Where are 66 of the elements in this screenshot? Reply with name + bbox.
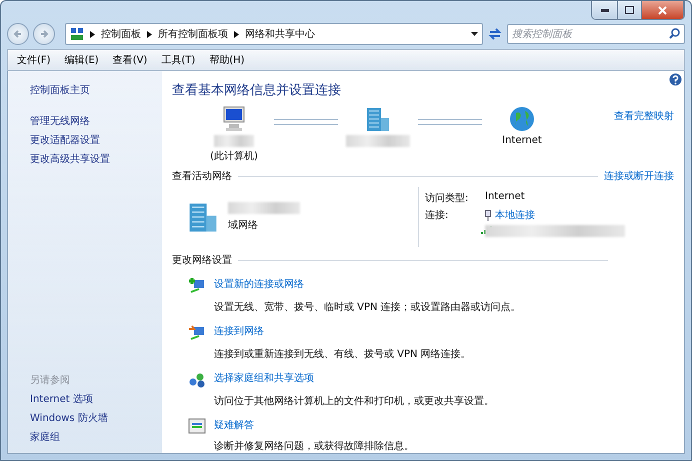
blurred-name (214, 135, 254, 147)
connection-link[interactable]: 本地连接 (495, 208, 535, 222)
menu-item[interactable]: 帮助(H) (204, 52, 250, 68)
control-panel-icon (70, 27, 84, 41)
access-type-value: Internet (485, 191, 526, 204)
forward-arrow-icon (39, 29, 49, 39)
search-field[interactable]: 搜索控制面板 (507, 24, 685, 44)
access-type-label: 访问类型: (425, 192, 470, 205)
task-link[interactable]: 选择家庭组和共享选项 (214, 371, 314, 389)
task-link[interactable]: 疑难解答 (214, 418, 254, 434)
node-label: Internet (502, 135, 542, 146)
back-arrow-icon (13, 29, 23, 39)
network-connect-icon (188, 324, 206, 342)
blurred-name (346, 135, 410, 147)
page-title: 查看基本网络信息并设置连接 (172, 82, 342, 100)
menu-item[interactable]: 查看(V) (108, 52, 152, 68)
breadcrumb-item[interactable]: 网络和共享中心 (245, 27, 315, 41)
building-icon (364, 105, 392, 133)
breadcrumb-item[interactable]: 所有控制面板项 (158, 27, 228, 41)
maximize-icon (625, 6, 634, 14)
network-add-icon (188, 277, 206, 295)
task-description: 设置无线、宽带、拨号、临时或 VPN 连接；或设置路由器或访问点。 (214, 300, 522, 314)
chevron-icon (90, 30, 95, 38)
menu-item[interactable]: 工具(T) (156, 52, 200, 68)
dropdown-icon[interactable] (471, 32, 478, 36)
sidebar-link[interactable]: 控制面板主页 (30, 81, 90, 100)
task-description: 访问位于其他网络计算机上的文件和打印机，或更改共享设置。 (214, 394, 495, 408)
menu-item[interactable]: 编辑(E) (60, 52, 104, 68)
close-button[interactable] (642, 1, 684, 19)
node-label: (此计算机) (210, 150, 258, 163)
help-icon[interactable] (669, 73, 682, 86)
connector-line (418, 119, 482, 125)
address-bar[interactable]: 控制面板 所有控制面板项 网络和共享中心 (65, 23, 483, 45)
maximize-button[interactable] (618, 1, 642, 19)
task-description: 诊断并修复网络问题，或获得故障排除信息。 (214, 440, 415, 453)
ethernet-icon (485, 210, 491, 220)
minimize-button[interactable] (592, 1, 618, 19)
refresh-icon[interactable] (487, 26, 503, 42)
network-type: 域网络 (228, 218, 259, 232)
globe-icon (508, 105, 536, 133)
sidebar-link[interactable]: Internet 选项 (30, 390, 93, 409)
sidebar-link[interactable]: 家庭组 (30, 428, 60, 447)
task-description: 连接到或重新连接到无线、有线、拨号或 VPN 网络连接。 (214, 348, 472, 361)
sidebar-link[interactable]: Windows 防火墙 (30, 409, 108, 428)
close-icon (658, 6, 667, 14)
task-link[interactable]: 设置新的连接或网络 (214, 277, 304, 295)
sidebar-link[interactable]: 更改适配器设置 (30, 131, 100, 150)
section-heading: 查看活动网络 (172, 170, 232, 183)
chevron-icon (234, 30, 239, 38)
troubleshoot-icon (188, 418, 206, 434)
connect-disconnect-link[interactable]: 连接或断开连接 (604, 169, 674, 183)
menu-item[interactable]: 文件(F) (12, 52, 56, 68)
minimize-icon (600, 8, 608, 12)
breadcrumb-item[interactable]: 控制面板 (101, 27, 141, 41)
connector-line (274, 119, 338, 125)
search-icon (669, 28, 680, 39)
task-link[interactable]: 连接到网络 (214, 324, 264, 342)
connection-label: 连接: (425, 208, 450, 222)
section-heading: 更改网络设置 (172, 254, 232, 267)
chevron-icon (147, 30, 152, 38)
sidebar-link[interactable]: 更改高级共享设置 (30, 150, 110, 169)
blurred-name (228, 202, 300, 214)
see-also-heading: 另请参阅 (30, 374, 71, 388)
view-map-link[interactable]: 查看完整映射 (614, 109, 674, 123)
sidebar-link[interactable]: 管理无线网络 (30, 112, 90, 131)
homegroup-icon (188, 371, 206, 389)
